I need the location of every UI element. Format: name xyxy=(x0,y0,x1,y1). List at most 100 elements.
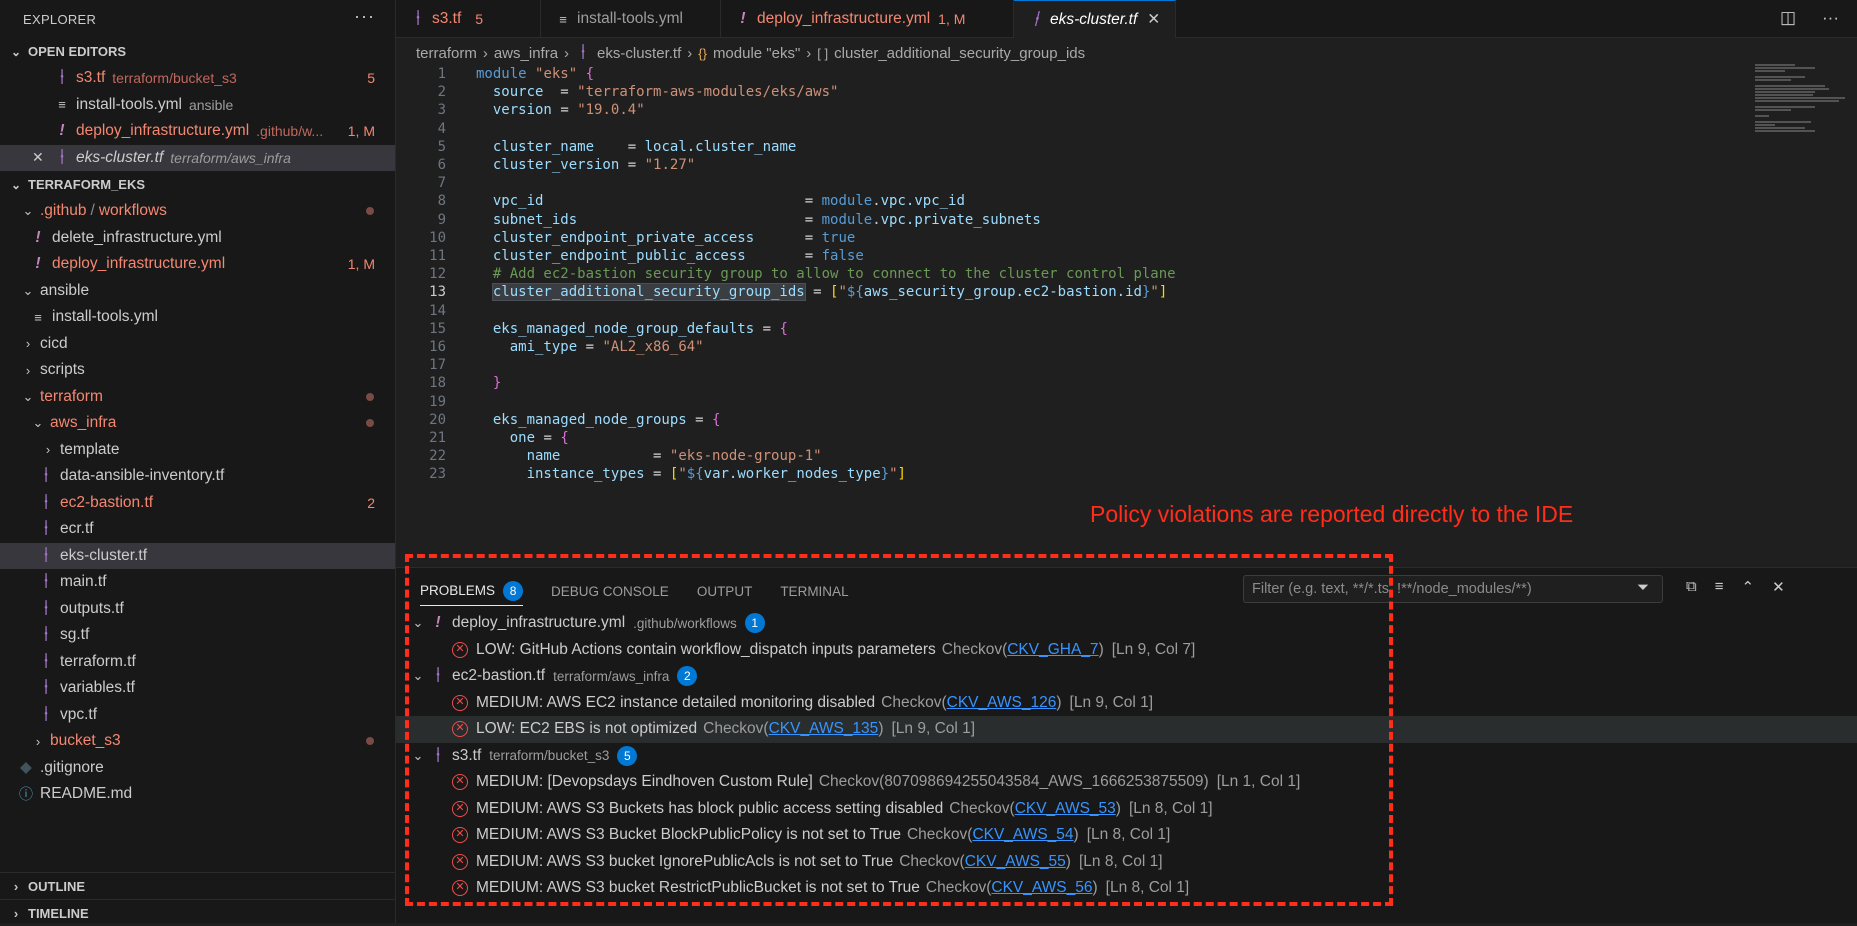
close-icon[interactable]: ✕ xyxy=(32,149,54,166)
tree-file-install-tools[interactable]: ≡ install-tools.yml xyxy=(0,304,395,331)
error-icon: ✕ xyxy=(452,853,468,870)
more-actions-icon[interactable]: ··· xyxy=(1822,8,1839,28)
close-tab-icon[interactable]: ✕ xyxy=(1147,10,1160,29)
problem-group-2[interactable]: ⌄ ᚽ s3.tf terraform/bucket_s3 5 xyxy=(396,743,1857,770)
problems-panel: PROBLEMS 8 DEBUG CONSOLE OUTPUT TERMINAL … xyxy=(396,567,1857,923)
tree-file-terraform[interactable]: ᚽ terraform.tf xyxy=(0,649,395,676)
rule-link[interactable]: CKV_AWS_55 xyxy=(965,853,1066,871)
view-as-list-icon[interactable]: ≡ xyxy=(1715,578,1724,596)
exclamation-icon: ! xyxy=(59,122,65,140)
minimap-line xyxy=(1755,76,1805,78)
folder-name: workflows xyxy=(98,202,167,220)
tab-eks-cluster[interactable]: ᚽ eks-cluster.tf ✕ xyxy=(1014,0,1176,38)
problem-item[interactable]: ✕ LOW: EC2 EBS is not optimized Checkov(CK… xyxy=(396,716,1857,743)
tree-folder-scripts[interactable]: › scripts xyxy=(0,357,395,384)
outline-header[interactable]: › OUTLINE xyxy=(0,872,396,899)
close-panel-icon[interactable]: ✕ xyxy=(1772,578,1785,596)
breadcrumb-item[interactable]: eks-cluster.tf xyxy=(597,45,681,62)
problem-file-path: terraform/bucket_s3 xyxy=(489,748,610,764)
problem-item[interactable]: ✕ MEDIUM: [Devopsdays Eindhoven Custom Ru… xyxy=(396,769,1857,796)
tree-file-sg[interactable]: ᚽ sg.tf xyxy=(0,622,395,649)
tree-folder-bucket-s3[interactable]: › bucket_s3 xyxy=(0,728,395,755)
editor-actions: ◫ ··· xyxy=(1780,8,1839,28)
tree-file-delete-infrastructure[interactable]: ! delete_infrastructure.yml xyxy=(0,225,395,252)
tree-file-deploy-infrastructure[interactable]: ! deploy_infrastructure.yml 1, M xyxy=(0,251,395,278)
terraform-icon: ᚽ xyxy=(57,148,67,166)
problems-filter-input[interactable]: Filter (e.g. text, **/*.ts, !**/node_mod… xyxy=(1243,575,1663,603)
open-editor-item-install-tools[interactable]: ≡ install-tools.yml ansible xyxy=(0,92,395,119)
tree-file-ecr[interactable]: ᚽ ecr.tf xyxy=(0,516,395,543)
maximize-panel-icon[interactable]: ⌃ xyxy=(1741,578,1754,596)
split-editor-icon[interactable]: ◫ xyxy=(1780,8,1796,28)
problem-item[interactable]: ✕ MEDIUM: AWS S3 bucket IgnorePublicAcls … xyxy=(396,849,1857,876)
tree-folder-template[interactable]: › template xyxy=(0,437,395,464)
tree-file-ec2-bastion[interactable]: ᚽ ec2-bastion.tf 2 xyxy=(0,490,395,517)
problem-item[interactable]: ✕ MEDIUM: AWS S3 Bucket BlockPublicPolicy… xyxy=(396,822,1857,849)
open-editors-header[interactable]: ⌄ OPEN EDITORS xyxy=(0,38,395,65)
problem-item[interactable]: ✕ MEDIUM: AWS S3 Buckets has block public… xyxy=(396,796,1857,823)
project-header[interactable]: ⌄ TERRAFORM_EKS xyxy=(0,171,395,198)
folder-name: scripts xyxy=(40,361,85,379)
rule-link[interactable]: CKV_AWS_54 xyxy=(972,826,1073,844)
tab-deploy-infrastructure[interactable]: ! deploy_infrastructure.yml 1, M xyxy=(721,0,1014,38)
tree-folder-github-workflows[interactable]: ⌄ .github / workflows xyxy=(0,198,395,225)
problem-item[interactable]: ✕ MEDIUM: AWS S3 bucket RestrictPublicBuc… xyxy=(396,875,1857,902)
file-name: variables.tf xyxy=(60,679,135,697)
tree-folder-terraform[interactable]: ⌄ terraform xyxy=(0,384,395,411)
chevron-down-icon: ⌄ xyxy=(412,668,424,684)
tree-file-data-ansible-inventory[interactable]: ᚽ data-ansible-inventory.tf xyxy=(0,463,395,490)
tree-file-outputs[interactable]: ᚽ outputs.tf xyxy=(0,596,395,623)
open-editor-item-eks-cluster[interactable]: ✕ ᚽ eks-cluster.tf terraform/aws_infra xyxy=(0,144,395,171)
more-actions-icon[interactable]: ··· xyxy=(354,6,375,27)
problem-group-0[interactable]: ⌄! deploy_infrastructure.yml .github/workf… xyxy=(396,610,1857,637)
minimap[interactable] xyxy=(1747,64,1857,184)
panel-tabs: PROBLEMS 8 DEBUG CONSOLE OUTPUT TERMINAL xyxy=(420,576,849,606)
tree-folder-aws-infra[interactable]: ⌄ aws_infra xyxy=(0,410,395,437)
minimap-line xyxy=(1755,85,1825,87)
breadcrumb-item[interactable]: cluster_additional_security_group_ids xyxy=(834,45,1085,62)
open-editor-item-s3[interactable]: ᚽ s3.tf terraform/bucket_s3 5 xyxy=(0,65,395,92)
tree-folder-cicd[interactable]: › cicd xyxy=(0,331,395,358)
problem-source: Checkov( xyxy=(949,799,1015,817)
minimap-line xyxy=(1755,130,1815,132)
tree-file-gitignore[interactable]: ◆ .gitignore xyxy=(0,755,395,782)
minimap-line xyxy=(1755,109,1791,111)
tree-file-variables[interactable]: ᚽ variables.tf xyxy=(0,675,395,702)
code-editor[interactable]: 1 module "eks" {2 source = "terraform-aws… xyxy=(396,64,1857,556)
breadcrumb-item[interactable]: aws_infra xyxy=(494,45,558,62)
tab-problems[interactable]: PROBLEMS 8 xyxy=(420,581,524,606)
problem-message: MEDIUM: AWS S3 Bucket BlockPublicPolicy … xyxy=(476,826,901,844)
problem-file-path: terraform/aws_infra xyxy=(553,668,670,684)
terraform-icon: ᚽ xyxy=(413,10,423,27)
problem-item[interactable]: ✕ LOW: GitHub Actions contain workflow_di… xyxy=(396,637,1857,664)
rule-link[interactable]: CKV_GHA_7 xyxy=(1007,641,1098,659)
tab-s3[interactable]: ᚽ s3.tf 5 xyxy=(396,0,541,38)
code-line[interactable]: 23 instance_types = ["${var.worker_nodes… xyxy=(396,464,1836,486)
tree-file-main[interactable]: ᚽ main.tf xyxy=(0,569,395,596)
tree-file-eks-cluster[interactable]: ᚽ eks-cluster.tf xyxy=(0,542,395,569)
rule-link[interactable]: CKV_AWS_53 xyxy=(1015,800,1116,818)
folder-name: bucket_s3 xyxy=(50,732,121,750)
code-text: instance_types = ["${var.worker_nodes_ty… xyxy=(526,466,906,483)
rule-link[interactable]: CKV_AWS_126 xyxy=(947,694,1057,712)
rule-link[interactable]: CKV_AWS_135 xyxy=(769,720,879,738)
collapse-all-icon[interactable]: ⧉ xyxy=(1686,578,1697,596)
problem-group-1[interactable]: ⌄ ᚽ ec2-bastion.tf terraform/aws_infra 2 xyxy=(396,663,1857,690)
breadcrumb-item[interactable]: terraform xyxy=(416,45,477,62)
tab-label: install-tools.yml xyxy=(577,10,683,27)
tab-output[interactable]: OUTPUT xyxy=(697,584,753,599)
tree-file-vpc[interactable]: ᚽ vpc.tf xyxy=(0,702,395,729)
timeline-header[interactable]: › TIMELINE xyxy=(0,899,396,926)
tab-install-tools[interactable]: ≡ install-tools.yml xyxy=(541,0,721,38)
problem-item[interactable]: ✕ MEDIUM: AWS EC2 instance detailed monit… xyxy=(396,690,1857,717)
filter-icon[interactable]: ⏷ xyxy=(1637,579,1649,596)
tab-debug-console[interactable]: DEBUG CONSOLE xyxy=(551,584,669,599)
tab-terminal[interactable]: TERMINAL xyxy=(780,584,848,599)
tree-folder-ansible[interactable]: ⌄ ansible xyxy=(0,278,395,305)
problem-position: [Ln 1, Col 1] xyxy=(1216,773,1301,791)
breadcrumb-item[interactable]: module "eks" xyxy=(713,45,800,62)
rule-link[interactable]: CKV_AWS_56 xyxy=(991,879,1092,897)
problem-position: [Ln 9, Col 7] xyxy=(1111,640,1196,658)
open-editor-item-deploy-infrastructure[interactable]: ! deploy_infrastructure.yml .github/w...… xyxy=(0,118,395,145)
tree-file-readme[interactable]: ⓘ README.md xyxy=(0,781,395,808)
